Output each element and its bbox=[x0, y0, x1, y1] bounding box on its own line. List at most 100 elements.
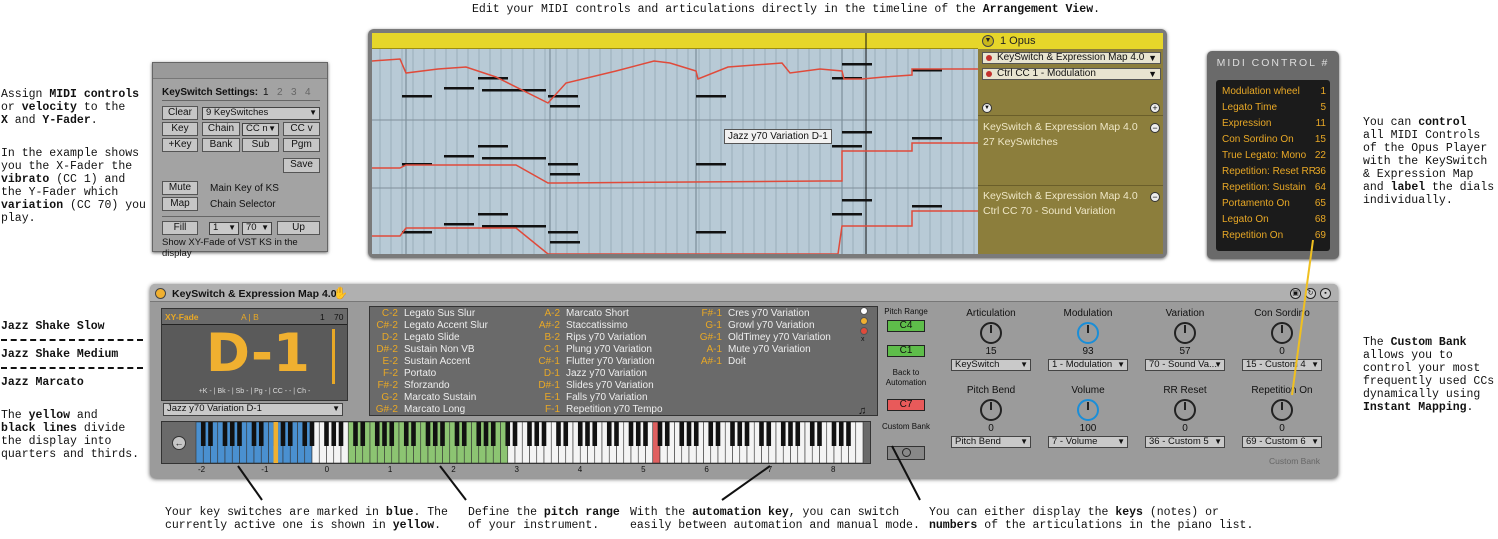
knob-dial[interactable] bbox=[1271, 322, 1293, 344]
y-fader-bar[interactable] bbox=[332, 329, 335, 384]
ks-page-3[interactable]: 3 bbox=[291, 87, 297, 98]
color-yellow-dot[interactable] bbox=[860, 317, 868, 325]
track-title[interactable]: ▼ 1 Opus bbox=[978, 33, 1163, 49]
articulation-item[interactable]: A#-2 Staccatissimo bbox=[530, 320, 663, 332]
knob-cc-select[interactable]: 1 - Modulation ▼ bbox=[1048, 359, 1128, 371]
save-button[interactable]: Save bbox=[283, 158, 320, 173]
remove-lane-icon[interactable]: − bbox=[1150, 192, 1160, 202]
pitch-range-high[interactable]: C4 bbox=[887, 320, 925, 332]
color-red-dot[interactable] bbox=[860, 327, 868, 335]
automation-key[interactable]: C7 bbox=[887, 399, 925, 411]
add-key-button[interactable]: +Key bbox=[162, 138, 198, 152]
articulation-item[interactable]: F#-1 Cres y70 Variation bbox=[692, 308, 831, 320]
knob-cc-select[interactable]: 7 - Volume ▼ bbox=[1048, 436, 1128, 448]
articulation-item[interactable]: D#-1 Slides y70 Variation bbox=[530, 380, 663, 392]
knob-cc-select[interactable]: 69 - Custom 6 ▼ bbox=[1242, 436, 1322, 448]
fold-lane-icon[interactable]: ▼ bbox=[982, 103, 992, 113]
midi-control-row[interactable]: Modulation wheel 1 bbox=[1222, 84, 1326, 100]
device-select[interactable]: KeySwitch & Expression Map 4.0 ▼ bbox=[982, 52, 1161, 64]
articulation-item[interactable]: F-1 Repetition y70 Tempo bbox=[530, 404, 663, 416]
knob-cc-select[interactable]: 15 - Custom 4 ▼ bbox=[1242, 359, 1322, 371]
articulation-item[interactable]: E-1 Falls y70 Variation bbox=[530, 392, 663, 404]
close-icon[interactable]: x bbox=[861, 336, 865, 343]
articulation-item[interactable]: F#-2 Sforzando bbox=[368, 380, 488, 392]
keyswitch-count-select[interactable]: 9 KeySwitches ▼ bbox=[202, 107, 320, 120]
ks-page-4[interactable]: 4 bbox=[305, 87, 311, 98]
note-toggle-icon[interactable]: ♫ bbox=[858, 405, 866, 417]
ccv-button[interactable]: CC v bbox=[283, 122, 320, 136]
knob-dial[interactable] bbox=[1174, 322, 1196, 344]
knob-dial[interactable] bbox=[980, 399, 1002, 421]
pgm-button[interactable]: Pgm bbox=[283, 138, 320, 152]
knob-cc-select[interactable]: 36 - Custom 5 ▼ bbox=[1145, 436, 1225, 448]
midi-control-row[interactable]: Expression 11 bbox=[1222, 116, 1326, 132]
articulation-item[interactable]: E-2 Sustain Accent bbox=[368, 356, 488, 368]
bank-button[interactable]: Bank bbox=[202, 138, 240, 152]
ks-page-1[interactable]: 1 bbox=[263, 87, 269, 98]
black-key bbox=[657, 422, 663, 446]
fill-channel-select[interactable]: 1 ▼ bbox=[209, 222, 239, 235]
knob-dial[interactable] bbox=[1271, 399, 1293, 421]
ccn-select[interactable]: CC n ▼ bbox=[242, 123, 279, 136]
midi-control-row[interactable]: True Legato: Mono 22 bbox=[1222, 148, 1326, 164]
caption-left-example: In the example shows you the X-Fader the v… bbox=[1, 147, 146, 225]
midi-control-row[interactable]: Repetition: Sustain 64 bbox=[1222, 180, 1326, 196]
midi-control-row[interactable]: Con Sordino On 15 bbox=[1222, 132, 1326, 148]
color-white-dot[interactable] bbox=[860, 307, 868, 315]
articulation-item[interactable]: C-1 Plung y70 Variation bbox=[530, 344, 663, 356]
midi-control-row[interactable]: Portamento On 65 bbox=[1222, 196, 1326, 212]
add-lane-icon[interactable]: + bbox=[1150, 103, 1160, 113]
chain-button[interactable]: Chain bbox=[202, 122, 240, 136]
knob-dial[interactable] bbox=[1077, 322, 1099, 344]
articulation-item[interactable]: D-2 Legato Slide bbox=[368, 332, 488, 344]
knob-dial[interactable] bbox=[980, 322, 1002, 344]
device-power-icon[interactable] bbox=[155, 288, 166, 299]
knob-cc-select[interactable]: Pitch Bend ▼ bbox=[951, 436, 1031, 448]
ks-page-2[interactable]: 2 bbox=[277, 87, 283, 98]
up-button[interactable]: Up bbox=[277, 221, 320, 235]
midi-control-row[interactable]: Repetition: Reset RR 36 bbox=[1222, 164, 1326, 180]
articulation-item[interactable]: A-2 Marcato Short bbox=[530, 308, 663, 320]
fold-icon[interactable]: ▼ bbox=[982, 35, 994, 47]
current-articulation-select[interactable]: Jazz y70 Variation D-1 ▼ bbox=[163, 403, 343, 416]
sub-button[interactable]: Sub bbox=[242, 138, 279, 152]
midi-control-row[interactable]: Repetition On 69 bbox=[1222, 228, 1326, 244]
midi-control-row[interactable]: Legato Time 5 bbox=[1222, 100, 1326, 116]
articulation-item[interactable]: A#-1 Doit bbox=[692, 356, 831, 368]
articulation-item[interactable]: D-1 Jazz y70 Variation bbox=[530, 368, 663, 380]
articulation-item[interactable]: C#-1 Flutter y70 Variation bbox=[530, 356, 663, 368]
articulation-item[interactable]: A-1 Mute y70 Variation bbox=[692, 344, 831, 356]
custom-bank-button[interactable] bbox=[887, 446, 925, 460]
black-key bbox=[490, 422, 496, 446]
knob-dial[interactable] bbox=[1174, 399, 1196, 421]
articulation-item[interactable]: D#-2 Sustain Non VB bbox=[368, 344, 488, 356]
fold-device-icon[interactable]: ▣ bbox=[1290, 288, 1301, 299]
knob-cc-select[interactable]: 70 - Sound Va... ▼ bbox=[1145, 359, 1225, 371]
piano-keyboard[interactable] bbox=[161, 421, 871, 464]
timeline[interactable]: Jazz y70 Variation D-1 bbox=[372, 33, 978, 254]
articulation-item[interactable]: C-2 Legato Sus Slur bbox=[368, 308, 488, 320]
articulation-item[interactable]: F-2 Portato bbox=[368, 368, 488, 380]
articulation-item[interactable]: C#-2 Legato Accent Slur bbox=[368, 320, 488, 332]
remove-lane-icon[interactable]: − bbox=[1150, 123, 1160, 133]
articulation-item[interactable]: B-2 Rips y70 Variation bbox=[530, 332, 663, 344]
map-button[interactable]: Map bbox=[162, 197, 198, 211]
knob-dial[interactable] bbox=[1077, 399, 1099, 421]
articulation-item[interactable]: G#-2 Marcato Long bbox=[368, 404, 488, 416]
fill-button[interactable]: Fill bbox=[162, 221, 198, 235]
save-preset-icon[interactable]: ▪ bbox=[1320, 288, 1331, 299]
articulation-item[interactable]: G-2 Marcato Sustain bbox=[368, 392, 488, 404]
pitch-range-low[interactable]: C1 bbox=[887, 345, 925, 357]
key-button[interactable]: Key bbox=[162, 122, 198, 136]
articulation-item[interactable]: G#-1 OldTimey y70 Variation bbox=[692, 332, 831, 344]
fill-cc-select[interactable]: 70 ▼ bbox=[242, 222, 272, 235]
midi-control-row[interactable]: Legato On 68 bbox=[1222, 212, 1326, 228]
articulation-item[interactable]: G-1 Growl y70 Variation bbox=[692, 320, 831, 332]
hotswap-icon[interactable]: ↻ bbox=[1305, 288, 1316, 299]
scroll-left-icon[interactable]: ← bbox=[172, 436, 186, 450]
clear-button[interactable]: Clear bbox=[162, 106, 198, 120]
black-key bbox=[302, 422, 308, 446]
mute-button[interactable]: Mute bbox=[162, 181, 198, 195]
cc-select[interactable]: Ctrl CC 1 - Modulation ▼ bbox=[982, 68, 1161, 80]
knob-cc-select[interactable]: KeySwitch ▼ bbox=[951, 359, 1031, 371]
